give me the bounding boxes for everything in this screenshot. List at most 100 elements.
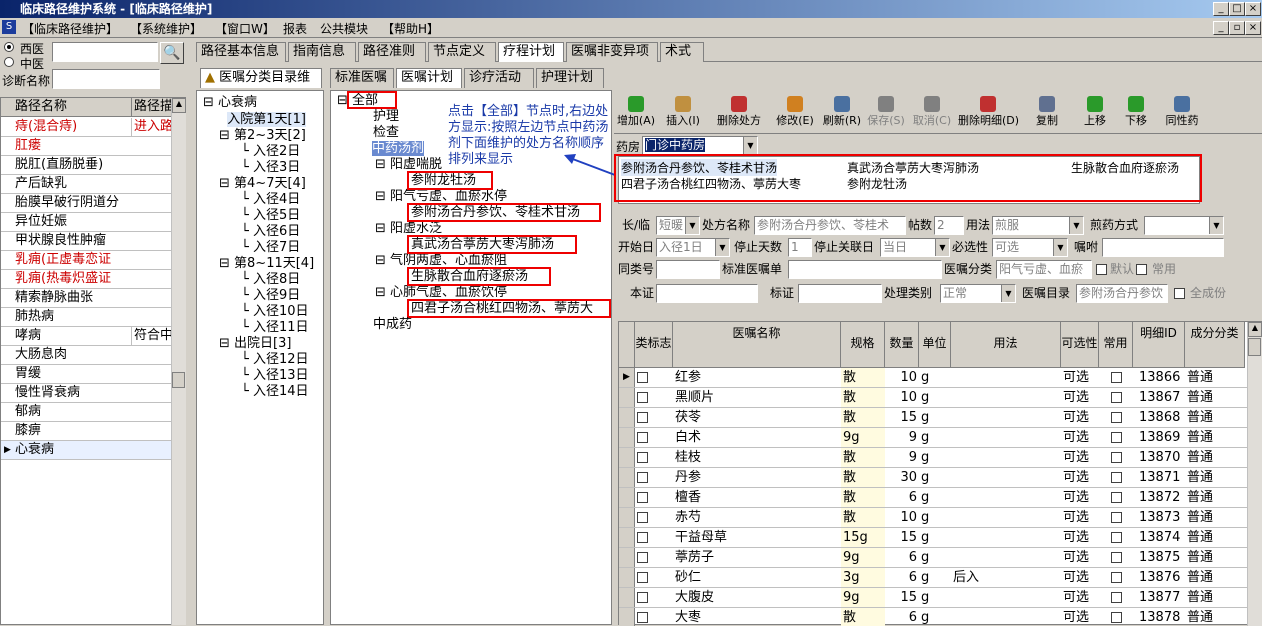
tab-top[interactable]: 术式 bbox=[660, 42, 704, 62]
tree-node[interactable]: └ 入径6日 bbox=[241, 224, 300, 240]
tab-top[interactable]: 路径基本信息 bbox=[196, 42, 286, 62]
table-row[interactable]: ▶ 红参散 10 g 可选 13866 普通 bbox=[619, 368, 1249, 388]
toolbar-button[interactable]: 复制 bbox=[1022, 94, 1072, 130]
toolbar-button[interactable]: 删除处方 bbox=[710, 94, 768, 130]
menu-item-system[interactable]: 【系统维护】 bbox=[130, 20, 202, 37]
table-row[interactable]: 葶苈子 9g 6 g 可选 13875 普通 bbox=[619, 548, 1249, 568]
class-checkbox[interactable] bbox=[637, 572, 648, 583]
table-row[interactable]: 膝痹 bbox=[1, 422, 185, 441]
tree-node[interactable]: ⊟ 中药汤剂 bbox=[357, 141, 425, 157]
doses-input[interactable]: 2 bbox=[934, 216, 964, 235]
table-row[interactable]: 哮病 符合中 bbox=[1, 327, 185, 346]
radio-chinese[interactable] bbox=[4, 57, 14, 67]
toolbar-button[interactable]: 修改(E) bbox=[772, 94, 818, 130]
rx-name-input[interactable]: 参附汤合丹参饮、苓桂术 bbox=[754, 216, 906, 235]
grid-header[interactable]: 成分分类 bbox=[1185, 322, 1245, 368]
table-row[interactable]: 胃缓 bbox=[1, 365, 185, 384]
grid-header[interactable]: 明细ID bbox=[1133, 322, 1185, 368]
tree-node[interactable]: └ 入径13日 bbox=[241, 368, 309, 384]
tree-node[interactable]: └ 入径7日 bbox=[241, 240, 300, 256]
grid-header[interactable]: 用法 bbox=[951, 322, 1061, 368]
tab-top[interactable]: 疗程计划 bbox=[498, 42, 564, 62]
tab-second[interactable]: 医嘱计划 bbox=[396, 68, 462, 88]
class-checkbox[interactable] bbox=[637, 612, 648, 623]
search-icon[interactable]: 🔍 bbox=[160, 42, 184, 64]
table-row[interactable]: 黑顺片 散 10 g 可选 13867 普通 bbox=[619, 388, 1249, 408]
toolbar-button[interactable]: 同性药 bbox=[1158, 94, 1206, 130]
toolbar-button[interactable]: 刷新(R) bbox=[822, 94, 862, 130]
tree-node[interactable]: └ 入径14日 bbox=[241, 384, 309, 400]
tab-second[interactable]: 护理计划 bbox=[536, 68, 604, 88]
usage-select[interactable]: 煎服 ▼ bbox=[992, 216, 1084, 235]
dir-input[interactable]: 参附汤合丹参饮 bbox=[1076, 284, 1168, 303]
tree-node[interactable]: └ 入径5日 bbox=[241, 208, 300, 224]
common-checkbox[interactable] bbox=[1111, 472, 1122, 483]
radio-western[interactable] bbox=[4, 42, 14, 52]
grid-header[interactable]: 类标志 bbox=[635, 322, 673, 368]
class-checkbox[interactable] bbox=[637, 452, 648, 463]
table-row[interactable]: 异位妊娠 bbox=[1, 213, 185, 232]
grid-header[interactable]: 可选性 bbox=[1061, 322, 1099, 368]
std-input[interactable] bbox=[788, 260, 942, 279]
decoct-select[interactable]: ▼ bbox=[1144, 216, 1224, 235]
class-checkbox[interactable] bbox=[637, 472, 648, 483]
table-row[interactable]: 赤芍 散 10 g 可选 13873 普通 bbox=[619, 508, 1249, 528]
class-checkbox[interactable] bbox=[637, 592, 648, 603]
toolbar-button[interactable]: 增加(A) bbox=[616, 94, 656, 130]
common-checkbox[interactable] bbox=[1111, 512, 1122, 523]
menu-item-window[interactable]: 【窗口W】 bbox=[215, 20, 275, 37]
grid-header[interactable]: 医嘱名称 bbox=[673, 322, 841, 368]
diagnosis-input[interactable] bbox=[52, 69, 160, 89]
grid-header[interactable]: 数量 bbox=[885, 322, 919, 368]
mark-input[interactable] bbox=[798, 284, 882, 303]
tab-second[interactable]: 标准医嘱 bbox=[330, 68, 394, 88]
table-row[interactable]: 胎膜早破行阴道分 bbox=[1, 194, 185, 213]
common-checkbox[interactable] bbox=[1111, 572, 1122, 583]
same-input[interactable] bbox=[656, 260, 720, 279]
table-row[interactable]: 大腹皮 9g 15 g 可选 13877 普通 bbox=[619, 588, 1249, 608]
tree-node[interactable]: ⊟ 出院日[3] bbox=[219, 336, 291, 352]
table-row[interactable]: 檀香 散 6 g 可选 13872 普通 bbox=[619, 488, 1249, 508]
toolbar-button[interactable]: 保存(S) bbox=[866, 94, 906, 130]
toolbar-button[interactable]: 删除明细(D) bbox=[958, 94, 1019, 130]
class-checkbox[interactable] bbox=[637, 552, 648, 563]
pharmacy-select[interactable]: 门诊中药房 ▼ bbox=[642, 136, 758, 155]
start-select[interactable]: 入径1日 ▼ bbox=[656, 238, 730, 257]
tree-node[interactable]: └ 入径3日 bbox=[241, 160, 300, 176]
tab-top[interactable]: 节点定义 bbox=[428, 42, 496, 62]
class-checkbox[interactable] bbox=[637, 532, 648, 543]
common-checkbox[interactable] bbox=[1111, 532, 1122, 543]
toolbar-button[interactable]: 下移 bbox=[1118, 94, 1154, 130]
table-row[interactable]: 乳痈(正虚毒恋证 bbox=[1, 251, 185, 270]
grid-header[interactable]: 单位 bbox=[919, 322, 951, 368]
table-row[interactable]: 精索静脉曲张 bbox=[1, 289, 185, 308]
cat-input[interactable]: 阳气亏虚、血瘀 bbox=[996, 260, 1092, 279]
stop-input[interactable]: 1 bbox=[788, 238, 812, 257]
search-input[interactable] bbox=[52, 42, 158, 62]
table-row[interactable]: ▶ 心衰病 bbox=[1, 441, 185, 460]
table-row[interactable]: 郁病 bbox=[1, 403, 185, 422]
common-checkbox[interactable] bbox=[1136, 264, 1147, 275]
maximize-button[interactable]: □ bbox=[1229, 2, 1245, 16]
class-checkbox[interactable] bbox=[637, 412, 648, 423]
table-row[interactable]: 痔(混合痔) 进入路 bbox=[1, 118, 185, 137]
col-path-name[interactable]: 路径名称 bbox=[15, 98, 129, 116]
mdi-restore-button[interactable]: ▫ bbox=[1229, 21, 1245, 35]
tab-top[interactable]: 路径准则 bbox=[358, 42, 426, 62]
grid-header[interactable]: 常用 bbox=[1099, 322, 1133, 368]
common-checkbox[interactable] bbox=[1111, 492, 1122, 503]
grid-scrollbar[interactable]: ▲ bbox=[1247, 322, 1262, 626]
class-checkbox[interactable] bbox=[637, 432, 648, 443]
minimize-button[interactable]: _ bbox=[1213, 2, 1229, 16]
long-select[interactable]: 短暖 ▼ bbox=[656, 216, 700, 235]
class-checkbox[interactable] bbox=[637, 512, 648, 523]
scrollbar[interactable]: ▲ bbox=[171, 98, 186, 625]
common-checkbox[interactable] bbox=[1111, 432, 1122, 443]
table-row[interactable]: 大肠息肉 bbox=[1, 346, 185, 365]
tab-top[interactable]: 医嘱非变异项 bbox=[566, 42, 658, 62]
table-row[interactable]: 乳痈(热毒炽盛证 bbox=[1, 270, 185, 289]
menu-item-public[interactable]: 公共模块 bbox=[320, 20, 368, 37]
toolbar-button[interactable]: 取消(C) bbox=[910, 94, 954, 130]
tree-node[interactable]: └ 入径12日 bbox=[241, 352, 309, 368]
table-row[interactable]: 产后缺乳 bbox=[1, 175, 185, 194]
